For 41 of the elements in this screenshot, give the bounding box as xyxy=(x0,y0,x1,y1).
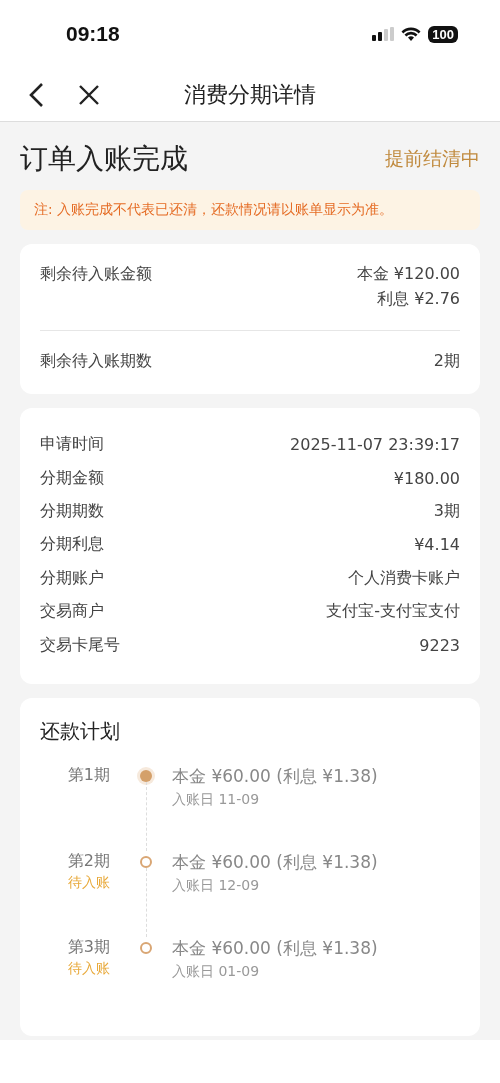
field-value: 3期 xyxy=(433,500,460,522)
field-label: 剩余待入账金额 xyxy=(40,264,152,285)
posting-date: 入账日 12-09 xyxy=(172,876,261,895)
field-label: 申请时间 xyxy=(40,434,104,456)
field-label: 剩余待入账期数 xyxy=(40,351,152,372)
field-value: 支付宝-支付宝支付 xyxy=(326,601,460,623)
field-label: 分期利息 xyxy=(40,534,104,556)
installment-amount: 本金 ¥60.00 (利息 ¥1.38) xyxy=(172,850,378,874)
battery-indicator: 100 xyxy=(428,25,458,43)
status-time: 09:18 xyxy=(66,22,120,46)
section-title: 还款计划 xyxy=(40,717,121,745)
settlement-status: 提前结清中 xyxy=(385,146,480,171)
field-value: 个人消费卡账户 xyxy=(348,567,460,589)
interest-value: 利息 ¥2.76 xyxy=(377,289,460,310)
field-label: 分期金额 xyxy=(40,467,104,489)
installment-amount: 本金 ¥60.00 (利息 ¥1.38) xyxy=(172,764,378,788)
installment-amount: 本金 ¥60.00 (利息 ¥1.38) xyxy=(172,936,378,960)
back-icon[interactable] xyxy=(28,81,44,108)
wifi-icon xyxy=(401,27,422,41)
period-label: 第1期 xyxy=(67,764,110,786)
field-label: 交易卡尾号 xyxy=(40,634,120,656)
close-icon[interactable] xyxy=(78,83,100,106)
field-label: 交易商户 xyxy=(40,601,104,623)
field-value: 2期 xyxy=(433,351,460,372)
period-status: 待入账 xyxy=(68,873,110,892)
page-title: 消费分期详情 xyxy=(184,80,316,109)
notice-banner: 注: 入账完成不代表已还清，还款情况请以账单显示为准。 xyxy=(20,190,480,230)
posting-date: 入账日 11-09 xyxy=(172,790,261,809)
period-status: 待入账 xyxy=(68,959,110,978)
field-value: ¥180.00 xyxy=(393,468,460,488)
period-label: 第3期 xyxy=(67,936,110,958)
field-value: ¥4.14 xyxy=(414,535,460,555)
signal-icon xyxy=(372,27,395,41)
period-label: 第2期 xyxy=(67,850,110,872)
principal-value: 本金 ¥120.00 xyxy=(356,264,460,285)
posting-date: 入账日 01-09 xyxy=(172,962,261,981)
field-value: 2025-11-07 23:39:17 xyxy=(290,435,460,455)
order-status-title: 订单入账完成 xyxy=(20,141,188,177)
field-label: 分期账户 xyxy=(40,567,104,589)
field-label: 分期期数 xyxy=(40,500,104,522)
field-value: 9223 xyxy=(419,635,460,655)
